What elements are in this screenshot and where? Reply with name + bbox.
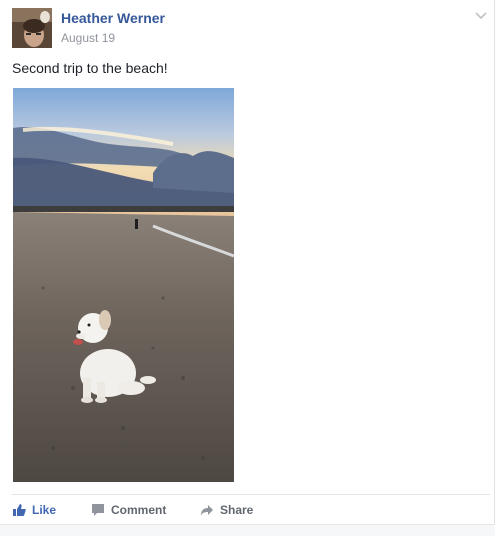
post-text: Second trip to the beach! <box>12 60 168 76</box>
like-button[interactable]: Like <box>12 500 56 520</box>
beach-photo-image <box>13 88 234 482</box>
share-button[interactable]: Share <box>200 500 253 520</box>
comment-icon <box>92 504 104 516</box>
post-header: Heather Werner August 19 <box>12 8 472 48</box>
comment-button[interactable]: Comment <box>91 500 166 520</box>
avatar-image <box>12 8 52 48</box>
post-card: Heather Werner August 19 Second trip to … <box>0 0 495 536</box>
post-photo[interactable] <box>13 88 234 482</box>
share-label: Share <box>220 503 254 517</box>
share-arrow-icon <box>201 505 213 516</box>
avatar[interactable] <box>12 8 52 48</box>
post-date[interactable]: August 19 <box>61 31 115 45</box>
chevron-down-icon[interactable] <box>474 9 488 23</box>
comment-label: Comment <box>111 503 167 517</box>
author-name[interactable]: Heather Werner <box>61 10 165 26</box>
thumbs-up-icon <box>13 504 26 516</box>
comments-area <box>0 524 495 536</box>
action-divider <box>12 494 490 495</box>
like-label: Like <box>32 503 57 517</box>
post-actions: Like Comment Share <box>12 500 482 520</box>
